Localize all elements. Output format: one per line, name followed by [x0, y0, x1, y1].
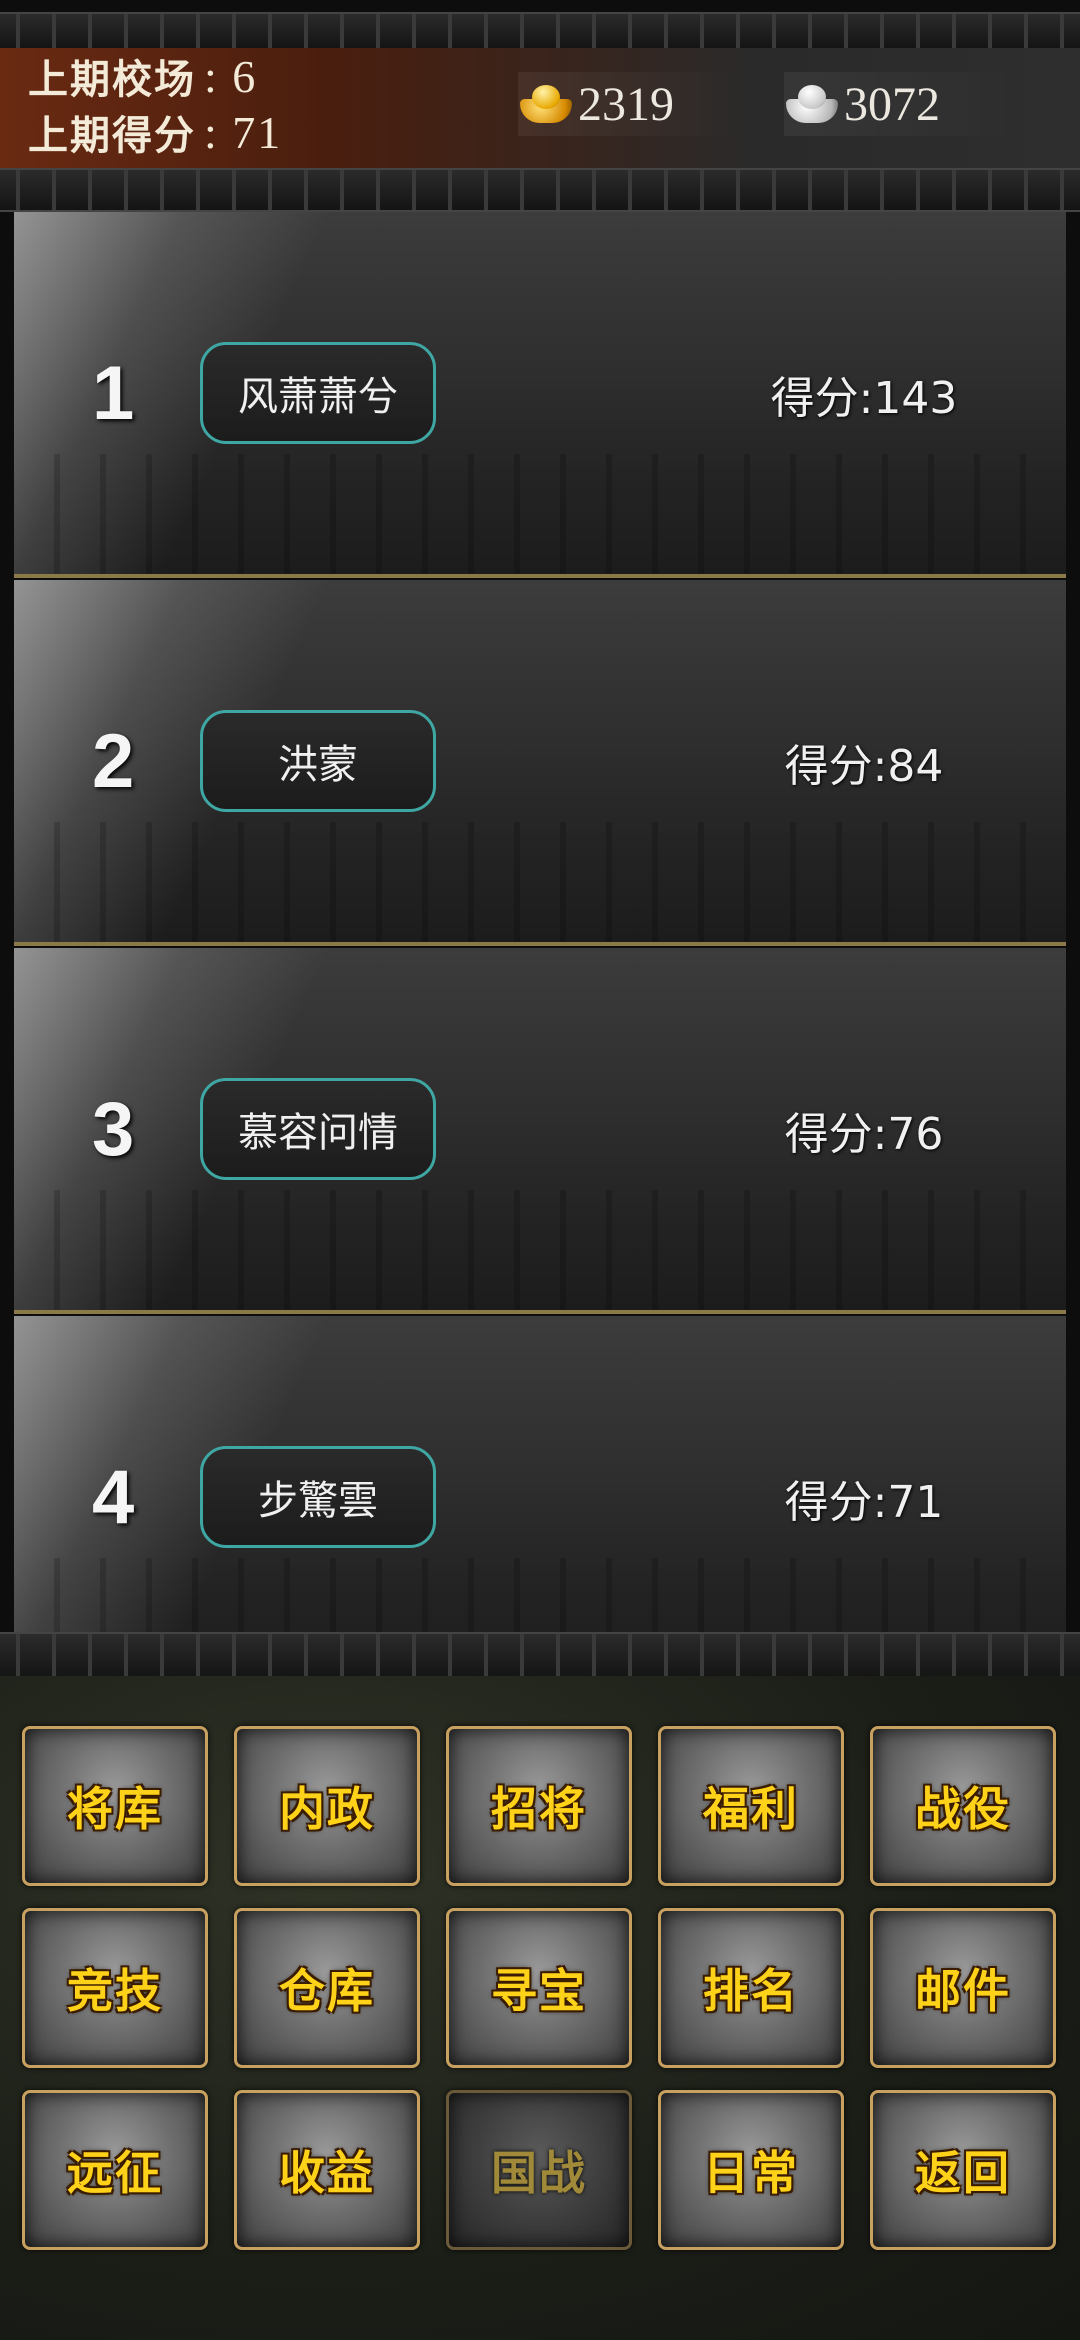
menu-button-ranking[interactable]: 排名 — [658, 1908, 844, 2068]
menu-button-expedition[interactable]: 远征 — [22, 2090, 208, 2250]
top-border-decoration — [0, 12, 1080, 50]
main-menu-grid: 将库 内政 招将 福利 战役 竞技 仓库 寻宝 排名 邮件 远征 收益 国战 日… — [0, 1676, 1080, 2340]
player-name-button[interactable]: 风萧萧兮 — [200, 342, 436, 444]
menu-button-arena[interactable]: 竞技 — [22, 1908, 208, 2068]
menu-button-welfare[interactable]: 福利 — [658, 1726, 844, 1886]
menu-button-generals[interactable]: 将库 — [22, 1726, 208, 1886]
rank-number: 4 — [92, 1455, 135, 1540]
player-name-button[interactable]: 洪蒙 — [200, 710, 436, 812]
header-bar: 上期校场 : 6 上期得分 : 71 2319 3072 — [0, 48, 1080, 168]
list-bottom-border — [0, 1632, 1080, 1680]
menu-button-national-war[interactable]: 国战 — [446, 2090, 632, 2250]
rank-number: 3 — [92, 1087, 135, 1172]
menu-button-internal-affairs[interactable]: 内政 — [234, 1726, 420, 1886]
rank-number: 2 — [92, 719, 135, 804]
rank-number: 1 — [92, 351, 135, 436]
silver-amount: 3072 — [844, 77, 940, 131]
menu-button-mail[interactable]: 邮件 — [870, 1908, 1056, 2068]
ranking-row: 2 洪蒙 得分:84 — [14, 580, 1066, 946]
player-score: 得分:71 — [784, 1477, 944, 1528]
ranking-row: 4 步驚雲 得分:71 — [14, 1316, 1066, 1632]
gold-ingot-icon — [518, 83, 574, 125]
ranking-list[interactable]: 1 风萧萧兮 得分:143 2 洪蒙 得分:84 3 慕容问情 得分:76 4 … — [14, 212, 1066, 1632]
silver-ingot-icon — [784, 83, 840, 125]
ranking-row: 1 风萧萧兮 得分:143 — [14, 212, 1066, 578]
national-war-ranking-screen: 上期校场 : 6 上期得分 : 71 2319 3072 1 风萧萧兮 得分:1… — [0, 0, 1080, 2340]
last-field-value: : 6 — [204, 50, 258, 102]
player-score: 得分:76 — [784, 1109, 944, 1160]
player-score: 得分:84 — [784, 741, 944, 792]
menu-button-daily[interactable]: 日常 — [658, 2090, 844, 2250]
last-field-label: 上期校场 — [28, 56, 196, 103]
menu-button-income[interactable]: 收益 — [234, 2090, 420, 2250]
menu-button-warehouse[interactable]: 仓库 — [234, 1908, 420, 2068]
player-score: 得分:143 — [770, 373, 958, 424]
last-score-value: : 71 — [204, 106, 283, 158]
ranking-row: 3 慕容问情 得分:76 — [14, 948, 1066, 1314]
last-score-label: 上期得分 — [28, 112, 196, 159]
menu-button-campaign[interactable]: 战役 — [870, 1726, 1056, 1886]
last-score-row: 上期得分 : 71 — [28, 104, 282, 160]
menu-button-back[interactable]: 返回 — [870, 2090, 1056, 2250]
gold-currency: 2319 — [518, 72, 748, 136]
menu-button-recruit[interactable]: 招将 — [446, 1726, 632, 1886]
player-name-button[interactable]: 步驚雲 — [200, 1446, 436, 1548]
last-field-row: 上期校场 : 6 — [28, 48, 257, 104]
header-bottom-border — [0, 168, 1080, 212]
menu-button-treasure-hunt[interactable]: 寻宝 — [446, 1908, 632, 2068]
gold-amount: 2319 — [578, 77, 674, 131]
player-name-button[interactable]: 慕容问情 — [200, 1078, 436, 1180]
silver-currency: 3072 — [784, 72, 1014, 136]
